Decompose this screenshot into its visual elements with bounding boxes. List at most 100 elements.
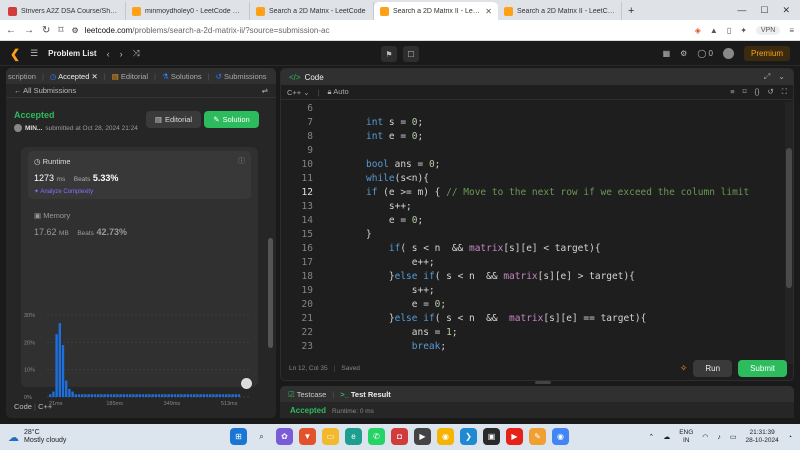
reload-icon[interactable]: ↻ bbox=[42, 25, 50, 36]
streak-icon[interactable]: ◯ 0 bbox=[697, 49, 713, 58]
code-line[interactable]: 13 s++; bbox=[281, 200, 593, 214]
terminal-icon[interactable]: ▣ bbox=[483, 428, 500, 445]
brave-browser-icon[interactable]: ▼ bbox=[299, 428, 316, 445]
tab-description[interactable]: scription bbox=[8, 72, 36, 81]
minimize-icon[interactable]: — bbox=[737, 5, 746, 15]
braces-icon[interactable]: {} bbox=[754, 87, 759, 97]
code-line[interactable]: 18 }else if( s < n && matrix[s][e] > tar… bbox=[281, 270, 635, 284]
code-line[interactable]: 12 if (e >= m) { // Move to the next row … bbox=[281, 186, 750, 200]
collapse-icon[interactable]: ⌄ bbox=[778, 72, 785, 82]
bookmark-icon[interactable]: ⌑ bbox=[58, 25, 63, 36]
code-line[interactable]: 9 bbox=[281, 144, 593, 158]
browser-tab-2[interactable]: minmoydholey0 - LeetCode Profile bbox=[126, 2, 250, 20]
reset-icon[interactable]: ↺ bbox=[767, 87, 773, 97]
weather-widget[interactable]: ☁ 28°C Mostly cloudy bbox=[8, 429, 66, 445]
submit-button[interactable]: Submit bbox=[738, 359, 787, 377]
code-line[interactable]: 8 int e = 0; bbox=[281, 130, 593, 144]
new-tab-button[interactable]: + bbox=[622, 2, 640, 20]
menu-icon[interactable]: ≡ bbox=[789, 26, 794, 35]
vpn-button[interactable]: VPN bbox=[755, 25, 781, 35]
media-player-icon[interactable]: ▶ bbox=[414, 428, 431, 445]
code-line[interactable]: 7 int s = 0; bbox=[281, 116, 593, 130]
settings-icon[interactable]: ⚙ bbox=[680, 49, 687, 58]
app-icon[interactable]: ◘ bbox=[391, 428, 408, 445]
sidebar-icon[interactable]: ▯ bbox=[727, 26, 731, 35]
rewards-icon[interactable]: ▲ bbox=[710, 26, 718, 35]
chevron-up-icon[interactable]: ⌃ bbox=[648, 433, 654, 441]
notifications-icon[interactable]: ◔ bbox=[788, 434, 792, 441]
notes-icon[interactable]: ☐ bbox=[403, 46, 419, 62]
edge-icon[interactable]: e bbox=[345, 428, 362, 445]
code-line[interactable]: 22 ans = 1; bbox=[281, 326, 593, 340]
windows-start-icon[interactable]: ⊞ bbox=[230, 428, 247, 445]
browser-tab-4[interactable]: Search a 2D Matrix II - LeetCo ✕ bbox=[374, 2, 498, 20]
back-icon[interactable]: ← bbox=[6, 25, 16, 36]
whatsapp-icon[interactable]: ✆ bbox=[368, 428, 385, 445]
tab-solutions[interactable]: ⚗ Solutions bbox=[162, 72, 202, 81]
browser-tab-1[interactable]: Strivers A2Z DSA Course/Sheet - C bbox=[2, 2, 126, 20]
clock[interactable]: 21:31:39 28-10-2024 bbox=[746, 429, 779, 445]
forward-icon[interactable]: → bbox=[24, 25, 34, 36]
vscode-icon[interactable]: ❯ bbox=[460, 428, 477, 445]
code-line[interactable]: 14 e = 0; bbox=[281, 214, 593, 228]
prev-problem-icon[interactable]: ‹ bbox=[107, 49, 110, 59]
browser-tab-5[interactable]: Search a 2D Matrix II - LeetCode - t bbox=[498, 2, 622, 20]
notepad-icon[interactable]: ✎ bbox=[529, 428, 546, 445]
browser-tab-3[interactable]: Search a 2D Matrix - LeetCode bbox=[250, 2, 374, 20]
left-scrollbar[interactable] bbox=[268, 68, 273, 418]
code-line[interactable]: 19 s++; bbox=[281, 284, 593, 298]
analyze-complexity-link[interactable]: ✦ Analyze Complexity bbox=[34, 188, 93, 195]
premium-button[interactable]: Premium bbox=[743, 46, 790, 61]
code-line[interactable]: 20 e = 0; bbox=[281, 298, 593, 312]
editor-scrollbar[interactable] bbox=[785, 102, 793, 364]
code-line[interactable]: 16 if( s < n && matrix[s][e] < target){ bbox=[281, 242, 601, 256]
code-line[interactable]: 6 bbox=[281, 102, 593, 116]
chrome-icon[interactable]: ◉ bbox=[437, 428, 454, 445]
language-indicator[interactable]: ENG IN bbox=[679, 429, 693, 445]
panel-resize-handle[interactable] bbox=[535, 381, 551, 384]
battery-icon[interactable]: ▭ bbox=[730, 433, 737, 441]
debug-icon[interactable]: ⚑ bbox=[381, 46, 397, 62]
close-icon[interactable]: ✕ bbox=[91, 72, 97, 81]
bookmark-icon[interactable]: ⌑ bbox=[743, 87, 747, 97]
tab-test-result[interactable]: >_ Test Result bbox=[340, 390, 391, 399]
runtime-distribution-chart[interactable]: 0%10%20%30%21ms185ms349ms513ms21ms185ms3… bbox=[21, 247, 258, 418]
code-line[interactable]: 17 e++; bbox=[281, 256, 593, 270]
code-line[interactable]: 15} bbox=[281, 228, 593, 242]
tab-testcase[interactable]: ☑ Testcase bbox=[288, 390, 326, 399]
extensions-icon[interactable]: ✦ bbox=[740, 26, 747, 35]
copilot-icon[interactable]: ✿ bbox=[276, 428, 293, 445]
solution-button[interactable]: ✎ Solution bbox=[204, 111, 259, 128]
all-submissions-link[interactable]: ← All Submissions bbox=[14, 86, 76, 95]
auto-mode[interactable]: 🔒︎ Auto bbox=[328, 87, 349, 97]
info-icon[interactable]: ⓘ bbox=[238, 156, 245, 166]
scrollbar-thumb[interactable] bbox=[786, 148, 792, 288]
shields-icon[interactable]: ◈ bbox=[695, 26, 701, 35]
maximize-icon[interactable]: ⤢ bbox=[764, 72, 770, 82]
next-problem-icon[interactable]: › bbox=[120, 49, 123, 59]
url-field[interactable]: ⚙ leetcode.com/problems/search-a-2d-matr… bbox=[72, 26, 687, 35]
runtime-card[interactable]: ◷ Runtime ⓘ 1273 ms Beats 5.33% ✦ Analyz… bbox=[28, 151, 251, 199]
site-info-icon[interactable]: ⚙ bbox=[72, 26, 79, 35]
leetcode-logo-icon[interactable]: ❮ bbox=[10, 47, 20, 61]
fullscreen-icon[interactable]: ⛶ bbox=[782, 87, 787, 97]
close-tab-icon[interactable]: ✕ bbox=[485, 7, 492, 16]
format-icon[interactable]: ≡ bbox=[730, 87, 734, 97]
run-button[interactable]: Run bbox=[693, 359, 733, 377]
wand-icon[interactable]: ✧ bbox=[680, 363, 688, 374]
search-icon[interactable]: ⌕ bbox=[253, 428, 270, 445]
tab-editorial[interactable]: ▤ Editorial bbox=[112, 72, 148, 81]
tab-submissions[interactable]: ↺ Submissions bbox=[216, 72, 267, 81]
chrome-icon[interactable]: ◉ bbox=[552, 428, 569, 445]
shuffle-icon[interactable]: ⤨ bbox=[133, 48, 140, 59]
code-line[interactable]: 10 bool ans = 0; bbox=[281, 158, 593, 172]
code-line[interactable]: 23 break; bbox=[281, 340, 593, 354]
scrollbar-thumb[interactable] bbox=[268, 238, 273, 348]
tab-accepted[interactable]: ◷ Accepted ✕ bbox=[50, 72, 98, 81]
volume-icon[interactable]: ♪ bbox=[717, 434, 721, 441]
avatar[interactable] bbox=[722, 48, 734, 59]
maximize-icon[interactable]: ☐ bbox=[760, 5, 768, 16]
editorial-button[interactable]: ▤ Editorial bbox=[146, 111, 201, 128]
cloud-sync-icon[interactable]: ☁ bbox=[663, 433, 670, 441]
username[interactable]: MIN... bbox=[25, 125, 42, 132]
